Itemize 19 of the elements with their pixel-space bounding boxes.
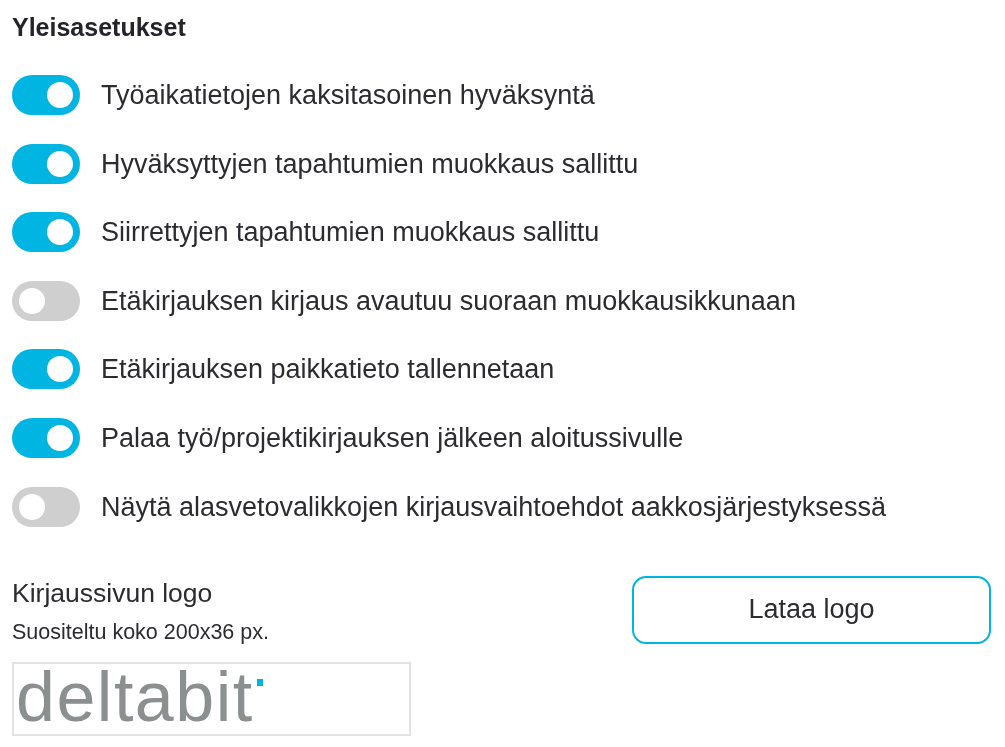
setting-label: Työaikatietojen kaksitasoinen hyväksyntä	[101, 79, 595, 112]
setting-label: Etäkirjauksen paikkatieto tallennetaan	[101, 353, 555, 387]
setting-label: Siirrettyjen tapahtumien muokkaus sallittu	[101, 216, 600, 250]
toggle-switch[interactable]	[12, 486, 80, 527]
setting-label: Palaa työ/projektikirjauksen jälkeen aloitussivulle	[101, 421, 684, 455]
setting-label: Hyväksyttyjen tapahtumien muokkaus sallittu	[101, 147, 639, 181]
logo-text: deltabit	[16, 666, 254, 727]
toggle-switch[interactable]	[12, 75, 80, 115]
toggle-switch[interactable]	[12, 349, 80, 390]
section-title: Yleisasetukset	[12, 13, 186, 41]
toggle-switch[interactable]	[12, 212, 80, 253]
toggle-switch[interactable]	[12, 280, 80, 321]
logo-label: Kirjaussivun logo	[12, 576, 213, 609]
logo-size-hint: Suositeltu koko 200x36 px.	[12, 618, 269, 645]
toggle-switch[interactable]	[12, 143, 80, 184]
upload-logo-button[interactable]: Lataa logo	[632, 575, 991, 644]
setting-label: Näytä alasvetovalikkojen kirjausvaihtoehdot aakkosjärjestyksessä	[101, 490, 886, 524]
toggle-switch[interactable]	[12, 417, 80, 458]
setting-label: Etäkirjauksen kirjaus avautuu suoraan muokkausikkunaan	[101, 284, 796, 318]
